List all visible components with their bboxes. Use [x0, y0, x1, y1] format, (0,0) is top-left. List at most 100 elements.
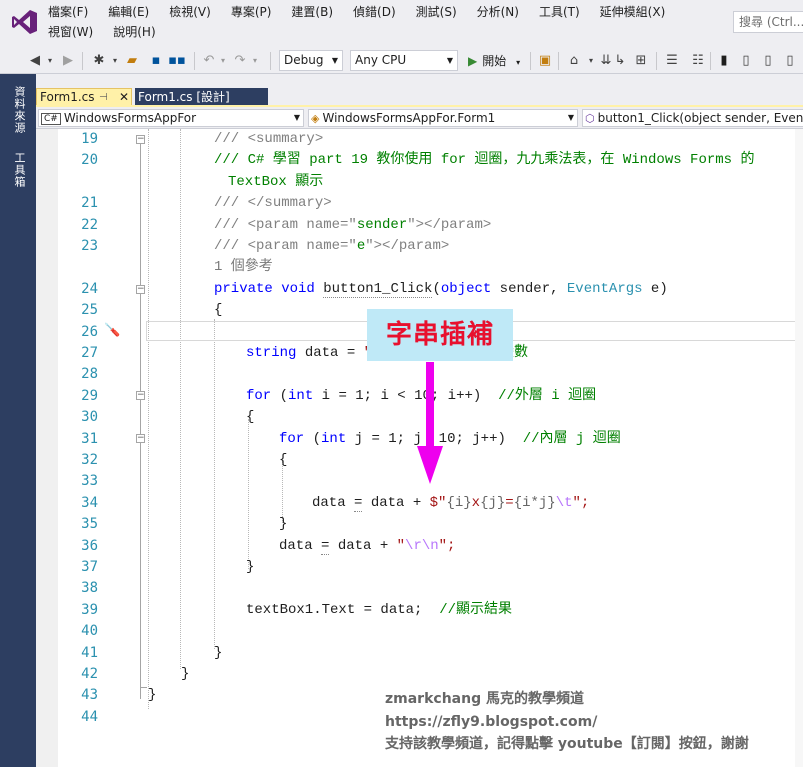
- line-number: 20: [81, 152, 98, 169]
- line-number: 34: [81, 494, 98, 511]
- close-icon[interactable]: ✕: [119, 89, 129, 106]
- bookmark-prev-icon[interactable]: ▯: [738, 51, 754, 71]
- code-line-31: for (int j = 1; j 10; j++) //內層 j 迴圈: [279, 430, 621, 447]
- line-number: 23: [81, 238, 98, 254]
- annotation-arrow: [426, 362, 434, 450]
- code-line-39: textBox1.Text = data; //顯示結果: [246, 601, 513, 618]
- line-number: 32: [81, 452, 98, 468]
- line-number: 35: [81, 516, 98, 533]
- collapse-icon[interactable]: −: [136, 285, 145, 294]
- indent-guide: [148, 129, 149, 709]
- menu-project[interactable]: 專案(P): [231, 4, 282, 20]
- toolbar-separator: [82, 52, 83, 70]
- line-number: 25: [81, 302, 98, 319]
- menu-edit[interactable]: 編輯(E): [108, 4, 159, 20]
- back-dropdown-icon[interactable]: ▾: [45, 51, 55, 71]
- menu-test[interactable]: 測試(S): [416, 4, 467, 20]
- toolbar-separator: [270, 52, 271, 70]
- redo-icon[interactable]: ↷: [232, 51, 248, 71]
- uncomment-lines-icon[interactable]: ☷: [690, 51, 706, 71]
- configuration-value: Debug: [284, 53, 324, 67]
- undo-dropdown-icon[interactable]: ▾: [218, 51, 228, 71]
- menu-analyze[interactable]: 分析(N): [477, 4, 529, 20]
- start-button[interactable]: ▶ 開始 ▾: [468, 51, 520, 71]
- tab-label: Form1.cs [設計]: [138, 90, 230, 104]
- toolbar-separator: [530, 52, 531, 70]
- line-number: 21: [81, 195, 98, 212]
- camera-dropdown-icon[interactable]: ▾: [586, 51, 596, 71]
- bookmark-icon[interactable]: ▮: [716, 51, 732, 71]
- solution-configuration-select[interactable]: Debug ▼: [279, 50, 343, 71]
- navigation-bar: C# WindowsFormsAppFor ▼ ◈ WindowsFormsAppF…: [36, 107, 803, 129]
- line-number: 36: [81, 537, 98, 554]
- bookmark-clear-icon[interactable]: ▯: [782, 51, 798, 71]
- menu-file[interactable]: 檔案(F): [48, 4, 98, 20]
- data-sources-tab[interactable]: 資料來源: [11, 86, 27, 134]
- channel-watermark: zmarkchang 馬克的教學頻道 https://zfly9.blogspo…: [385, 688, 749, 756]
- new-dropdown-icon[interactable]: ▾: [110, 51, 120, 71]
- step-into-icon[interactable]: ↳: [612, 51, 628, 71]
- line-number: 27: [81, 345, 98, 361]
- class-icon: ◈: [311, 112, 320, 125]
- code-line-42: }: [181, 666, 190, 682]
- line-number: 42: [81, 666, 98, 682]
- save-all-icon[interactable]: ▪▪: [168, 51, 186, 71]
- code-line-30: {: [246, 409, 255, 426]
- navigate-forward-icon[interactable]: ▶: [60, 51, 76, 71]
- comment-lines-icon[interactable]: ☰: [664, 51, 680, 71]
- outline-end: [141, 687, 147, 688]
- code-line-21: /// </summary>: [214, 195, 332, 212]
- menu-extensions[interactable]: 延伸模組(X): [600, 4, 676, 20]
- camera-icon[interactable]: ⌂: [566, 51, 582, 71]
- watermark-line-1: zmarkchang 馬克的教學頻道: [385, 691, 584, 707]
- line-number: 19: [81, 131, 98, 147]
- code-line-41: }: [214, 644, 223, 661]
- annotation-callout: 字串插補: [367, 309, 513, 361]
- quick-actions-screwdriver-icon[interactable]: 🪛: [104, 323, 120, 339]
- redo-dropdown-icon[interactable]: ▾: [250, 51, 260, 71]
- toolbar-separator: [558, 52, 559, 70]
- indent-guide: [180, 129, 181, 669]
- project-value: WindowsFormsAppFor: [63, 111, 197, 125]
- line-number: 29: [81, 387, 98, 404]
- toolbox-tab[interactable]: 工具箱: [11, 152, 27, 188]
- breakpoints-icon[interactable]: ⊞: [632, 51, 650, 71]
- undo-icon[interactable]: ↶: [201, 51, 217, 71]
- menu-window[interactable]: 視窗(W): [48, 24, 103, 40]
- search-input[interactable]: 搜尋 (Ctrl...: [733, 11, 803, 33]
- play-icon: ▶: [468, 54, 478, 68]
- pin-icon[interactable]: ⊣: [99, 89, 108, 106]
- collapse-icon[interactable]: −: [136, 391, 145, 400]
- annotation-arrow-head: [417, 446, 443, 484]
- line-number: 40: [81, 623, 98, 640]
- menu-tools[interactable]: 工具(T): [539, 4, 590, 20]
- open-folder-icon[interactable]: ▰: [124, 51, 140, 71]
- class-value: WindowsFormsAppFor.Form1: [322, 111, 496, 125]
- save-icon[interactable]: ▪: [148, 51, 164, 71]
- member-dropdown[interactable]: ⬡ button1_Click(object sender, EventA: [582, 109, 803, 127]
- indicator-margin: [36, 129, 58, 767]
- navigate-back-icon[interactable]: ◀: [27, 51, 43, 71]
- vertical-scrollbar[interactable]: [795, 129, 803, 767]
- line-number: 31: [81, 430, 98, 447]
- class-dropdown[interactable]: ◈ WindowsFormsAppFor.Form1 ▼: [308, 109, 578, 127]
- menu-debug[interactable]: 偵錯(D): [353, 4, 406, 20]
- menu-build[interactable]: 建置(B): [291, 4, 343, 20]
- visual-studio-logo-icon: [12, 10, 37, 34]
- chevron-down-icon: ▼: [446, 56, 453, 65]
- project-dropdown[interactable]: C# WindowsFormsAppFor ▼: [38, 109, 304, 127]
- collapse-icon[interactable]: −: [136, 135, 145, 144]
- line-number: 26: [81, 323, 98, 340]
- watermark-line-3: 支持該教學頻道，記得點擊 youtube【訂閱】按鈕，謝謝: [385, 736, 749, 752]
- debug-target-icon[interactable]: ▣: [537, 51, 553, 71]
- menu-view[interactable]: 檢視(V): [169, 4, 221, 20]
- bookmark-next-icon[interactable]: ▯: [760, 51, 776, 71]
- collapse-icon[interactable]: −: [136, 434, 145, 443]
- codelens-references[interactable]: 1 個參考: [214, 257, 273, 278]
- code-line-23: /// <param name="e"></param>: [214, 238, 450, 254]
- new-project-icon[interactable]: ✱: [90, 51, 108, 71]
- toolbar-separator: [656, 52, 657, 70]
- solution-platform-select[interactable]: Any CPU ▼: [350, 50, 458, 71]
- menu-help[interactable]: 說明(H): [113, 24, 165, 40]
- line-number: 41: [81, 644, 98, 661]
